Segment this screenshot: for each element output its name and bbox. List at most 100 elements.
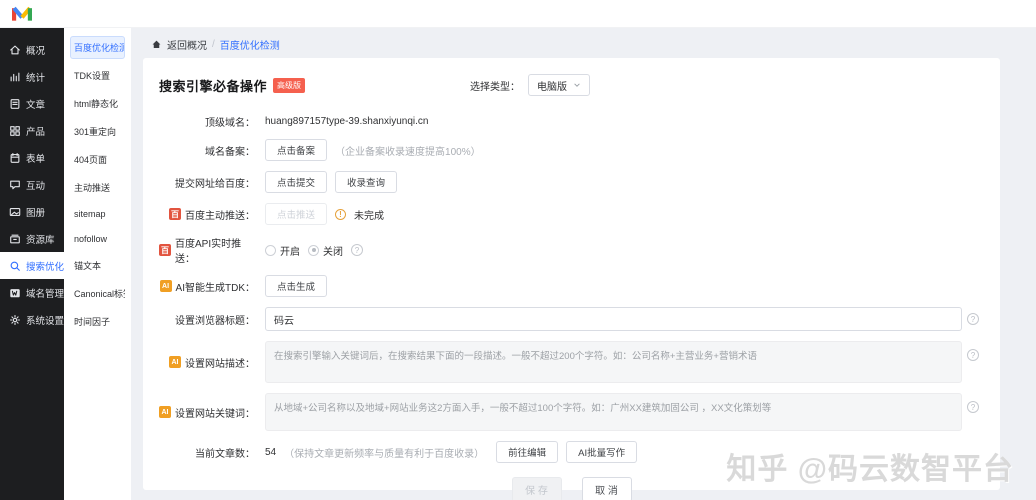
- articles-note: （保持文章更新频率与质量有利于百度收录）: [284, 448, 485, 460]
- beian-label: 域名备案：: [205, 146, 255, 158]
- radio-off[interactable]: 关闭: [308, 243, 343, 258]
- sidebar-item-domains[interactable]: 域名管理: [0, 279, 64, 306]
- submenu-item-sitemap[interactable]: sitemap: [70, 204, 125, 224]
- row-keywords: 设置网站关键词：: [159, 393, 984, 431]
- row-description: 设置网站描述：: [159, 341, 984, 383]
- grid-icon: [10, 125, 20, 136]
- stats-icon: [10, 72, 20, 81]
- submenu-item-nofollow[interactable]: nofollow: [70, 229, 125, 249]
- submenu-item-label: 百度优化检测: [74, 43, 125, 53]
- topbar: [0, 0, 1036, 28]
- radio-off-label: 关闭: [323, 246, 343, 258]
- breadcrumb-back-link[interactable]: 返回概况: [167, 37, 207, 52]
- browser-title-label: 设置浏览器标题：: [175, 315, 255, 327]
- row-beian: 域名备案： 点击备案 （企业备案收录速度提高100%）: [159, 139, 984, 161]
- sidebar-item-settings[interactable]: 系统设置: [0, 306, 64, 333]
- radio-on-circle[interactable]: [265, 244, 276, 256]
- sidebar-item-label: 统计: [26, 72, 46, 84]
- cancel-button[interactable]: 取 消: [581, 477, 632, 500]
- help-icon[interactable]: [967, 313, 979, 325]
- push-button[interactable]: 点击推送: [265, 203, 328, 225]
- sidebar-item-stats[interactable]: 统计: [0, 63, 64, 90]
- submenu-item-label: nofollow: [74, 234, 108, 244]
- beian-note: （企业备案收录速度提高100%）: [335, 146, 481, 158]
- sidebar-item-label: 图册: [26, 207, 46, 219]
- submenu-item-canonical[interactable]: Canonical标签: [70, 282, 125, 305]
- sidebar-item-gallery[interactable]: 图册: [0, 198, 64, 225]
- radio-off-circle[interactable]: [308, 244, 319, 256]
- go-edit-button[interactable]: 前往编辑: [496, 441, 559, 463]
- submenu-item-label: Canonical标签: [74, 289, 125, 299]
- primary-sidebar: 概况统计文章产品表单 互动图册资源库搜索优化域名管理系统设置: [0, 28, 64, 500]
- ai-icon: [159, 280, 172, 292]
- api-push-label: 百度API实时推送：: [175, 239, 242, 265]
- main-area: 返回概况 / 百度优化检测 搜索引擎必备操作 高级版 选择类型： 电脑版 顶级域…: [131, 28, 1036, 500]
- articles-count: 54: [265, 446, 277, 458]
- submenu-item-active-push[interactable]: 主动推送: [70, 176, 125, 199]
- submenu-item-anchor-text[interactable]: 锚文本: [70, 254, 125, 277]
- radio-on[interactable]: 开启: [265, 243, 300, 258]
- gear-icon: [9, 314, 21, 325]
- submenu-item-label: 301重定向: [74, 127, 117, 137]
- breadcrumb: 返回概况 / 百度优化检测: [131, 28, 1036, 52]
- page-title: 搜索引擎必备操作: [159, 78, 268, 94]
- row-domain: 顶级域名： huang897157type-39.shanxiyunqi.cn: [159, 114, 984, 129]
- sidebar-item-label: 域名管理: [26, 288, 65, 300]
- submit-button[interactable]: 点击提交: [265, 171, 328, 193]
- sidebar-item-label: 资源库: [26, 234, 55, 246]
- beian-button[interactable]: 点击备案: [265, 139, 328, 161]
- submenu-item-html-static[interactable]: html静态化: [70, 92, 125, 115]
- breadcrumb-separator: /: [212, 39, 215, 50]
- sidebar-item-label: 文章: [26, 99, 46, 111]
- row-ai-tdk: AI智能生成TDK： 点击生成: [159, 275, 984, 297]
- plan-badge: 高级版: [273, 77, 306, 93]
- home-icon[interactable]: [151, 39, 162, 50]
- submenu-item-page-404[interactable]: 404页面: [70, 148, 125, 171]
- ai-generate-button[interactable]: 点击生成: [265, 275, 328, 297]
- baidu-icon: [159, 244, 171, 256]
- sidebar-item-products[interactable]: 产品: [0, 117, 64, 144]
- breadcrumb-current: 百度优化检测: [219, 41, 280, 52]
- article-icon: [10, 98, 20, 109]
- sidebar-item-overview[interactable]: 概况: [0, 36, 64, 63]
- sidebar-item-label: 产品: [26, 126, 46, 138]
- help-icon[interactable]: [967, 349, 979, 361]
- push-status: 未完成: [354, 210, 385, 222]
- submenu-item-label: 锚文本: [74, 261, 102, 271]
- chat-icon: [10, 180, 20, 189]
- submenu-item-tdk[interactable]: TDK设置: [70, 64, 125, 87]
- sidebar-item-forms[interactable]: 表单: [0, 144, 64, 171]
- ai-batch-write-button[interactable]: AI批量写作: [566, 441, 638, 463]
- submenu-item-label: 主动推送: [74, 183, 111, 193]
- keywords-label: 设置网站关键词：: [175, 408, 255, 420]
- submenu-item-baidu-check[interactable]: 百度优化检测: [70, 36, 125, 59]
- form-icon: [10, 152, 20, 163]
- keywords-textarea[interactable]: [265, 393, 962, 431]
- index-query-button[interactable]: 收录查询: [335, 171, 398, 193]
- submenu-item-time-factor[interactable]: 时间因子: [70, 310, 125, 333]
- articles-label: 当前文章数：: [195, 448, 255, 460]
- sidebar-item-label: 系统设置: [26, 315, 65, 327]
- save-button[interactable]: 保 存: [511, 477, 562, 500]
- submenu-item-label: sitemap: [74, 209, 106, 219]
- row-submit: 提交网址给百度： 点击提交 收录查询: [159, 171, 984, 193]
- app-logo-icon[interactable]: [12, 6, 32, 22]
- sidebar-item-articles[interactable]: 文章: [0, 90, 64, 117]
- submenu-item-label: 404页面: [74, 155, 108, 165]
- domain-value: huang897157type-39.shanxiyunqi.cn: [265, 116, 429, 127]
- submenu-item-label: TDK设置: [74, 71, 111, 81]
- submenu-item-redirect-301[interactable]: 301重定向: [70, 120, 125, 143]
- radio-on-label: 开启: [280, 246, 300, 258]
- domain-label: 顶级域名：: [205, 118, 255, 129]
- help-icon[interactable]: [967, 401, 979, 413]
- submit-label: 提交网址给百度：: [175, 178, 255, 190]
- type-select[interactable]: 电脑版: [528, 74, 591, 96]
- push-label: 百度主动推送：: [185, 210, 255, 222]
- description-label: 设置网站描述：: [185, 358, 255, 370]
- sidebar-item-seo[interactable]: 搜索优化: [0, 252, 64, 279]
- sidebar-item-interaction[interactable]: 互动: [0, 171, 64, 198]
- browser-title-input[interactable]: [265, 307, 962, 331]
- description-textarea[interactable]: [265, 341, 962, 383]
- sidebar-item-library[interactable]: 资源库: [0, 225, 64, 252]
- help-icon[interactable]: [351, 244, 363, 256]
